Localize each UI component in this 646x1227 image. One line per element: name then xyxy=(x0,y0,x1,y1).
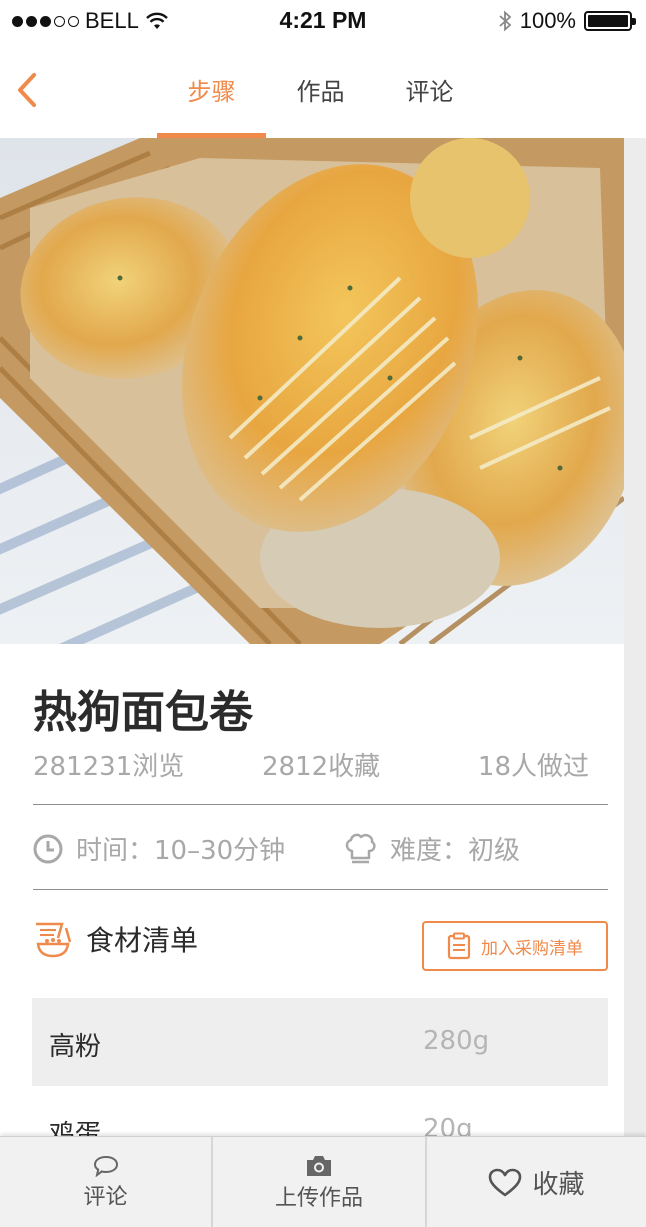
recipe-content[interactable]: 热狗面包卷 281231浏览 2812收藏 18人做过 时间：10–30分钟 难… xyxy=(0,138,624,1138)
ingredient-row: 高粉 280g xyxy=(32,998,608,1086)
status-bar: BELL 4:21 PM 100% xyxy=(0,0,646,40)
comment-button[interactable]: 评论 xyxy=(0,1137,213,1227)
upload-work-label: 上传作品 xyxy=(274,1185,363,1211)
cook-time-text: 时间：10–30分钟 xyxy=(76,836,286,866)
camera-icon xyxy=(307,1155,331,1176)
bluetooth-icon xyxy=(499,10,512,32)
ingredient-row: 鸡蛋 20g xyxy=(32,1086,608,1138)
ingredient-name: 高粉 xyxy=(49,1032,102,1062)
battery-icon xyxy=(584,11,636,31)
add-to-shopping-list-label: 加入采购清单 xyxy=(481,938,583,959)
ingredients-title: 食材清单 xyxy=(86,924,199,957)
made-count: 18人做过 xyxy=(477,752,589,782)
upload-work-button[interactable]: 上传作品 xyxy=(213,1137,427,1227)
hero-image xyxy=(0,138,624,644)
speech-bubble-icon xyxy=(93,1155,118,1177)
status-right: 100% xyxy=(498,8,636,34)
ingredient-qty: 280g xyxy=(423,1026,490,1056)
back-arrow-icon[interactable] xyxy=(12,70,42,110)
views-count: 281231浏览 xyxy=(33,752,185,782)
bread-rolls-image xyxy=(0,138,624,644)
recipe-stats: 281231浏览 2812收藏 18人做过 xyxy=(33,746,589,786)
cook-time: 时间：10–30分钟 xyxy=(32,830,285,867)
comment-label: 评论 xyxy=(83,1184,128,1210)
chef-hat-icon xyxy=(345,833,376,863)
difficulty-text: 难度：初级 xyxy=(390,836,521,866)
scrollbar[interactable] xyxy=(624,138,646,1138)
heart-icon xyxy=(489,1168,522,1196)
bottom-action-bar: 评论 上传作品 收藏 xyxy=(0,1136,646,1227)
tab-comments[interactable]: 评论 xyxy=(375,40,484,138)
clipboard-icon xyxy=(447,932,471,960)
difficulty: 难度：初级 xyxy=(342,830,520,867)
clock-icon xyxy=(33,834,63,863)
favorites-count: 2812收藏 xyxy=(262,752,381,782)
divider xyxy=(33,889,608,890)
divider xyxy=(33,804,608,805)
ingredient-name: 鸡蛋 xyxy=(49,1120,102,1138)
ingredients-bowl-icon xyxy=(36,922,72,958)
battery-percent: 100% xyxy=(519,8,576,33)
favorite-label: 收藏 xyxy=(532,1170,585,1200)
add-to-shopping-list-button[interactable]: 加入采购清单 xyxy=(422,921,608,971)
tab-works[interactable]: 作品 xyxy=(266,40,375,138)
ingredient-qty: 20g xyxy=(423,1114,473,1138)
ingredients-header: 食材清单 xyxy=(32,918,198,960)
recipe-title: 热狗面包卷 xyxy=(33,687,253,738)
tab-steps[interactable]: 步骤 xyxy=(157,40,266,138)
tab-bar: 步骤 作品 评论 xyxy=(157,40,484,138)
top-nav: 步骤 作品 评论 xyxy=(0,40,646,138)
favorite-button[interactable]: 收藏 xyxy=(427,1137,646,1227)
